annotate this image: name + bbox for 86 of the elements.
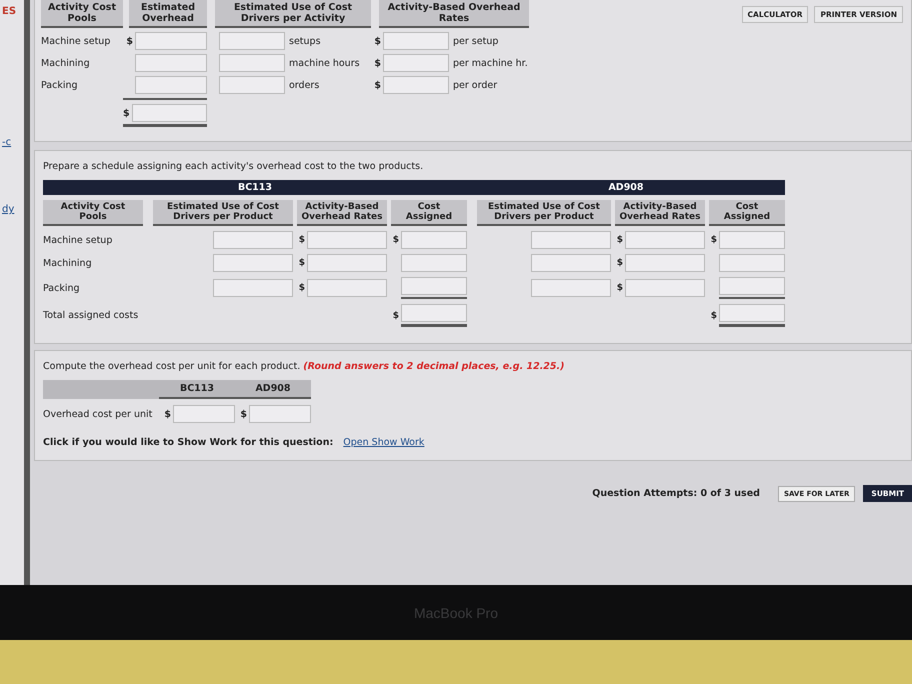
input-field[interactable] (719, 254, 785, 272)
unit-label: setups (288, 36, 322, 46)
instruction-text: Prepare a schedule assigning each activity's overhead cost to the two products. (43, 161, 424, 172)
column-header: Activity Cost Pools (41, 0, 123, 28)
input-field[interactable] (719, 277, 785, 295)
column-header: Estimated Use of Cost Drivers per Activity (215, 0, 371, 28)
sidebar-link[interactable]: dy (2, 204, 24, 215)
currency-sign: $ (123, 108, 131, 118)
currency-sign: $ (710, 310, 718, 320)
currency-sign: $ (373, 58, 382, 68)
input-field[interactable] (307, 231, 387, 249)
currency-sign: $ (616, 258, 624, 268)
input-field[interactable] (383, 76, 449, 94)
currency-sign: $ (373, 36, 382, 46)
show-work-link[interactable]: Open Show Work (343, 437, 424, 448)
input-field[interactable] (531, 279, 611, 297)
unit-label: per machine hr. (452, 58, 529, 68)
input-field[interactable] (307, 254, 387, 272)
input-field[interactable] (383, 54, 449, 72)
pool-label: Machine setup (41, 36, 112, 46)
input-field[interactable] (219, 32, 285, 50)
input-field[interactable] (383, 32, 449, 50)
column-header: Estimated Use of Cost Drivers per Product (477, 200, 611, 226)
input-field[interactable] (249, 405, 311, 423)
currency-sign: $ (298, 235, 306, 245)
input-field[interactable] (307, 279, 387, 297)
column-header: Estimated Use of Cost Drivers per Product (153, 200, 293, 226)
input-field[interactable] (401, 254, 467, 272)
input-field[interactable] (531, 231, 611, 249)
input-field[interactable] (213, 279, 293, 297)
unit-label: orders (288, 80, 320, 90)
column-header: Activity-Based Overhead Rates (297, 200, 387, 226)
column-header: Estimated Overhead (129, 0, 207, 28)
currency-sign: $ (616, 283, 624, 293)
currency-sign: $ (239, 408, 248, 420)
currency-sign: $ (616, 235, 624, 245)
currency-sign: $ (125, 36, 134, 46)
pool-label: Machine setup (43, 234, 114, 246)
column-header: AD908 (235, 380, 311, 399)
column-header: Activity-Based Overhead Rates (379, 0, 529, 28)
product-header-band: BC113 (43, 180, 467, 195)
show-work-prompt: Click if you would like to Show Work for this question: (43, 437, 334, 448)
input-field[interactable] (625, 231, 705, 249)
unit-label: per setup (452, 36, 500, 46)
sidebar-label: ES (2, 6, 18, 17)
input-field[interactable] (719, 231, 785, 249)
attempts-text: Question Attempts: 0 of 3 used (592, 488, 760, 499)
total-label: Total assigned costs (43, 310, 140, 321)
row-label: Overhead cost per unit (43, 408, 154, 420)
input-field[interactable] (401, 304, 467, 322)
input-field[interactable] (625, 279, 705, 297)
input-field[interactable] (213, 254, 293, 272)
column-header: Cost Assigned (391, 200, 467, 226)
column-header: Cost Assigned (709, 200, 785, 226)
pool-label: Packing (43, 282, 81, 294)
currency-sign: $ (163, 408, 172, 420)
pool-label: Machining (41, 58, 91, 68)
currency-sign: $ (392, 235, 400, 245)
currency-sign: $ (298, 258, 306, 268)
input-field[interactable] (135, 76, 207, 94)
input-field[interactable] (135, 54, 207, 72)
input-field[interactable] (219, 54, 285, 72)
input-field[interactable] (132, 104, 207, 122)
currency-sign: $ (298, 283, 306, 293)
input-field[interactable] (135, 32, 207, 50)
currency-sign: $ (373, 80, 382, 90)
pool-label: Packing (41, 80, 79, 90)
unit-label: per order (452, 80, 498, 90)
input-field[interactable] (219, 76, 285, 94)
instruction-text: Compute the overhead cost per unit for each product. (Round answers to 2 decimal places, e.g. 12.25.) (43, 361, 566, 372)
currency-sign: $ (710, 235, 718, 245)
unit-label: machine hours (288, 58, 361, 68)
input-field[interactable] (719, 304, 785, 322)
product-header-band: AD908 (467, 180, 785, 195)
input-field[interactable] (401, 277, 467, 295)
column-header: Activity-Based Overhead Rates (615, 200, 705, 226)
currency-sign: $ (392, 310, 400, 320)
input-field[interactable] (213, 231, 293, 249)
input-field[interactable] (173, 405, 235, 423)
input-field[interactable] (531, 254, 611, 272)
input-field[interactable] (401, 231, 467, 249)
column-header: Activity Cost Pools (43, 200, 143, 226)
sidebar-link[interactable]: -c (2, 137, 24, 148)
column-header: BC113 (159, 380, 235, 399)
pool-label: Machining (43, 258, 93, 268)
input-field[interactable] (625, 254, 705, 272)
